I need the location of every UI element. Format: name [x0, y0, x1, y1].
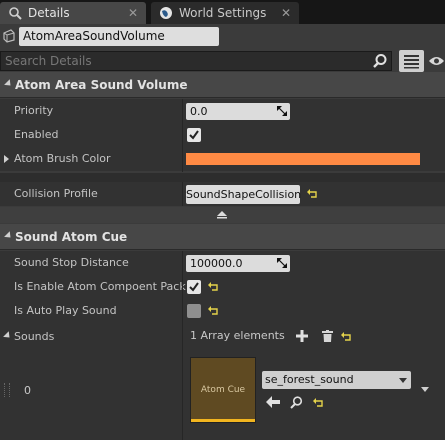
reset-to-default-icon[interactable]	[313, 398, 325, 408]
tab-details-label: Details	[28, 6, 70, 20]
stop-distance-field[interactable]: 100000.0	[186, 255, 290, 272]
brush-color-label: Atom Brush Color	[14, 152, 111, 165]
drag-arrows-icon	[277, 258, 287, 268]
category-title: Atom Area Sound Volume	[15, 77, 188, 92]
tab-world-settings[interactable]: World Settings ✕	[151, 2, 299, 24]
drag-arrows-icon	[277, 106, 287, 116]
volume-actor-icon	[3, 29, 15, 43]
brush-color-swatch[interactable]	[186, 153, 420, 165]
expand-triangle-icon[interactable]	[4, 155, 9, 163]
stop-distance-value: 100000.0	[190, 257, 243, 270]
category-atom-area-sound-volume[interactable]: Atom Area Sound Volume	[0, 72, 445, 98]
category-sound-atom-cue[interactable]: Sound Atom Cue	[0, 224, 445, 250]
priority-value: 0.0	[190, 105, 208, 118]
element-options-chevron-icon[interactable]	[421, 387, 429, 392]
column-divider[interactable]	[182, 99, 183, 172]
drag-handle[interactable]	[4, 383, 10, 397]
asset-thumbnail-label: Atom Cue	[200, 385, 246, 395]
checkmark-icon	[189, 282, 199, 292]
asset-type-color-bar	[191, 419, 255, 422]
array-count-label: 1 Array elements	[190, 329, 285, 342]
reset-to-default-icon[interactable]	[208, 306, 220, 316]
search-input[interactable]: Search Details	[0, 51, 392, 71]
collision-profile-label: Collision Profile	[14, 187, 98, 200]
collapse-triangle-icon[interactable]	[3, 331, 13, 341]
collapse-triangle-icon	[4, 231, 14, 241]
reset-to-default-icon[interactable]	[307, 189, 319, 199]
auto-play-label: Is Auto Play Sound	[14, 304, 117, 317]
add-element-icon[interactable]	[296, 330, 308, 342]
stop-distance-label: Sound Stop Distance	[14, 256, 129, 269]
element-index-label: 0	[24, 384, 31, 397]
column-divider[interactable]	[182, 251, 183, 440]
globe-icon	[160, 7, 172, 19]
search-icon[interactable]	[372, 53, 388, 69]
tab-details[interactable]: Details ✕	[0, 2, 146, 24]
asset-value: se_forest_sound	[265, 373, 354, 386]
sounds-label: Sounds	[14, 330, 55, 343]
collision-profile-button[interactable]: SoundShapeCollision	[186, 185, 301, 204]
column-divider[interactable]	[182, 182, 183, 206]
browse-search-icon[interactable]	[290, 396, 303, 409]
checkmark-icon	[189, 130, 199, 140]
property-row-enabled: Enabled	[0, 123, 445, 147]
close-icon[interactable]: ✕	[128, 6, 138, 20]
enabled-checkbox[interactable]	[187, 128, 201, 142]
list-view-icon	[404, 55, 419, 69]
category-title: Sound Atom Cue	[15, 229, 128, 244]
property-row-auto-play: Is Auto Play Sound	[0, 299, 445, 323]
asset-picker-combo[interactable]: se_forest_sound	[262, 371, 411, 389]
magnifier-details-icon	[9, 7, 22, 20]
section-gap	[0, 173, 445, 182]
trash-icon[interactable]	[322, 330, 333, 342]
use-selected-arrow-icon[interactable]	[266, 396, 280, 408]
view-options-button[interactable]	[399, 50, 424, 72]
collapse-triangle-icon	[4, 79, 14, 89]
close-icon[interactable]: ✕	[281, 6, 291, 20]
enabled-label: Enabled	[14, 128, 59, 141]
actor-name-field[interactable]: AtomAreaSoundVolume	[19, 27, 219, 46]
auto-play-checkbox[interactable]	[187, 304, 201, 318]
property-row-enable-pack: Is Enable Atom Compoent Pack	[0, 275, 445, 299]
reset-to-default-icon[interactable]	[208, 282, 220, 292]
enable-pack-label: Is Enable Atom Compoent Pack	[14, 280, 186, 293]
priority-label: Priority	[14, 104, 54, 117]
chevron-down-icon	[399, 378, 407, 383]
enable-pack-checkbox[interactable]	[187, 280, 201, 294]
priority-field[interactable]: 0.0	[186, 103, 290, 120]
reset-to-default-icon[interactable]	[341, 332, 353, 342]
eye-icon[interactable]	[428, 55, 445, 67]
tab-world-label: World Settings	[179, 6, 267, 20]
collapse-up-icon	[217, 211, 227, 219]
